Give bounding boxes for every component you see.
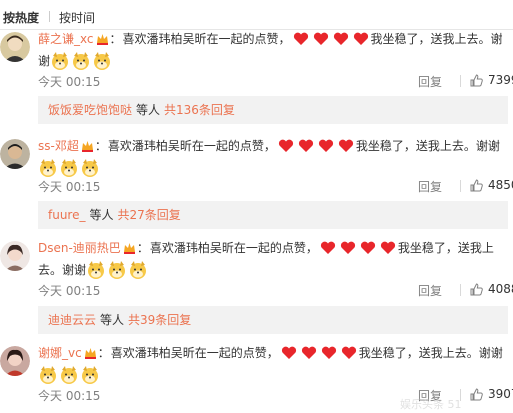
reply-summary-label: 等人 bbox=[136, 103, 161, 117]
doge-emoji-icon bbox=[61, 159, 77, 177]
comment-username[interactable]: 谢娜_vc bbox=[38, 342, 82, 364]
reply-button[interactable]: 回复 bbox=[418, 178, 442, 195]
sort-divider bbox=[49, 11, 50, 22]
comment-text-continued: 我坐稳了，送我上 bbox=[397, 241, 494, 255]
heart-emoji-icon bbox=[318, 139, 333, 152]
avatar[interactable] bbox=[0, 32, 30, 62]
thumbs-up-icon bbox=[470, 387, 483, 400]
meta-divider bbox=[460, 284, 461, 296]
reply-summary-user[interactable]: 迪迪云云 bbox=[48, 313, 96, 327]
like-button[interactable]: 4088 bbox=[470, 282, 513, 296]
comment-time: 今天 00:15 bbox=[38, 75, 101, 89]
heart-emoji-icon bbox=[278, 139, 293, 152]
doge-emoji-icon bbox=[94, 52, 111, 70]
doge-emoji-icon bbox=[40, 159, 56, 177]
doge-emoji-icon bbox=[61, 366, 77, 384]
vip-crown-icon bbox=[123, 243, 135, 254]
sort-by-hot-tab[interactable]: 按热度 bbox=[3, 9, 39, 26]
comment-text-continued: 我坐稳了，送我上去。谢谢 bbox=[355, 139, 500, 153]
reply-summary-user[interactable]: 饭饭爱吃饱饱哒 bbox=[48, 103, 132, 117]
avatar[interactable] bbox=[0, 346, 30, 376]
comment-text-wrap: 谢 bbox=[38, 54, 51, 68]
comment-text-wrap: 去。谢谢 bbox=[38, 263, 87, 277]
reply-summary-label: 等人 bbox=[89, 208, 114, 222]
like-count: 7399 bbox=[488, 73, 513, 87]
heart-emoji-icon bbox=[301, 346, 316, 359]
comment-text-continued: 我坐稳了，送我上去。谢 bbox=[370, 32, 503, 46]
vip-crown-icon bbox=[96, 34, 108, 45]
heart-emoji-icon bbox=[281, 346, 296, 359]
avatar[interactable] bbox=[0, 241, 30, 271]
doge-emoji-icon bbox=[52, 52, 69, 70]
avatar[interactable] bbox=[0, 139, 30, 169]
reply-button[interactable]: 回复 bbox=[418, 282, 442, 299]
doge-emoji-icon bbox=[109, 261, 126, 279]
comment-text: 喜欢潘玮柏吴昕在一起的点赞， bbox=[107, 139, 276, 153]
comment-text: 喜欢潘玮柏吴昕在一起的点赞， bbox=[122, 32, 291, 46]
like-count: 4850 bbox=[488, 178, 513, 192]
reply-summary: 饭饭爱吃饱饱哒 等人 共136条回复 bbox=[38, 96, 508, 124]
doge-emoji-icon bbox=[130, 261, 147, 279]
meta-divider bbox=[460, 180, 461, 192]
like-button[interactable]: 3907 bbox=[470, 387, 513, 401]
vip-crown-icon bbox=[84, 348, 96, 359]
heart-emoji-icon bbox=[380, 241, 395, 254]
vip-crown-icon bbox=[81, 141, 93, 152]
heart-emoji-icon bbox=[321, 346, 336, 359]
heart-emoji-icon bbox=[338, 139, 353, 152]
heart-emoji-icon bbox=[353, 32, 368, 45]
heart-emoji-icon bbox=[333, 32, 348, 45]
view-replies-link[interactable]: 共136条回复 bbox=[164, 103, 235, 117]
comment-text-continued: 我坐稳了，送我上去。谢谢 bbox=[358, 346, 503, 360]
reply-summary: 迪迪云云 等人 共39条回复 bbox=[38, 306, 508, 334]
doge-emoji-icon bbox=[88, 261, 105, 279]
comment-text: 喜欢潘玮柏吴昕在一起的点赞， bbox=[110, 346, 279, 360]
comment-time: 今天 00:15 bbox=[38, 180, 101, 194]
doge-emoji-icon bbox=[82, 159, 98, 177]
thumbs-up-icon bbox=[470, 282, 483, 295]
heart-emoji-icon bbox=[293, 32, 308, 45]
view-replies-link[interactable]: 共27条回复 bbox=[118, 208, 181, 222]
heart-emoji-icon bbox=[320, 241, 335, 254]
doge-emoji-icon bbox=[73, 52, 90, 70]
watermark: 娱乐头条 51 bbox=[400, 398, 462, 411]
like-count: 4088 bbox=[488, 282, 513, 296]
view-replies-link[interactable]: 共39条回复 bbox=[128, 313, 191, 327]
thumbs-up-icon bbox=[470, 178, 483, 191]
sort-bar: 按热度 按时间 bbox=[0, 0, 513, 30]
comment-username[interactable]: ss-邓超 bbox=[38, 135, 79, 157]
reply-summary-label: 等人 bbox=[100, 313, 125, 327]
heart-emoji-icon bbox=[340, 241, 355, 254]
like-count: 3907 bbox=[488, 387, 513, 401]
doge-emoji-icon bbox=[40, 366, 56, 384]
heart-emoji-icon bbox=[313, 32, 328, 45]
comment-time: 今天 00:15 bbox=[38, 284, 101, 298]
comment-username[interactable]: Dsen-迪丽热巴 bbox=[38, 237, 121, 259]
reply-button[interactable]: 回复 bbox=[418, 73, 442, 90]
comment-text: 喜欢潘玮柏吴昕在一起的点赞， bbox=[149, 241, 318, 255]
heart-emoji-icon bbox=[360, 241, 375, 254]
meta-divider bbox=[460, 75, 461, 87]
like-button[interactable]: 4850 bbox=[470, 178, 513, 192]
thumbs-up-icon bbox=[470, 73, 483, 86]
heart-emoji-icon bbox=[341, 346, 356, 359]
comment-username[interactable]: 薛之谦_xc bbox=[38, 28, 94, 50]
reply-summary-user[interactable]: fuure_ bbox=[48, 208, 86, 222]
like-button[interactable]: 7399 bbox=[470, 73, 513, 87]
comment-time: 今天 00:15 bbox=[38, 389, 101, 403]
heart-emoji-icon bbox=[298, 139, 313, 152]
doge-emoji-icon bbox=[82, 366, 98, 384]
reply-summary: fuure_ 等人 共27条回复 bbox=[38, 201, 508, 229]
sort-by-time-tab[interactable]: 按时间 bbox=[59, 9, 95, 26]
